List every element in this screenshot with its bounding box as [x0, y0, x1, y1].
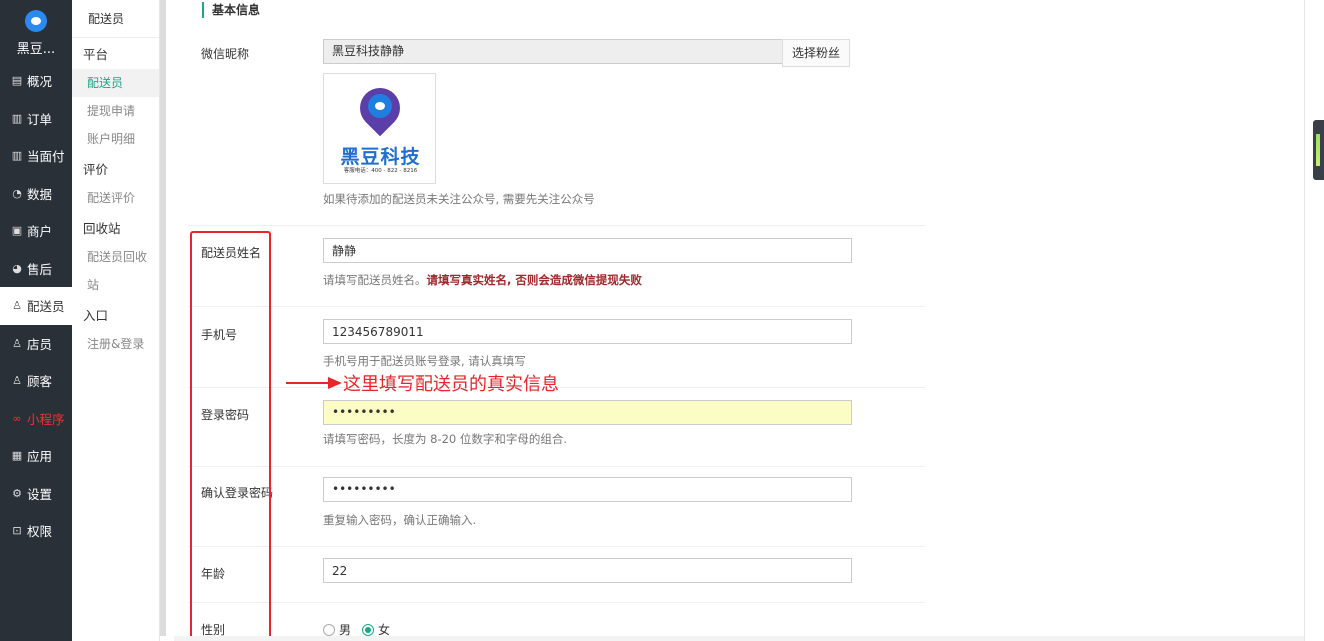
nav-item-2[interactable]: ▥ 当面付: [0, 137, 72, 175]
row-divider: [188, 306, 925, 307]
avatar-logo-text: 黑豆科技: [340, 146, 421, 168]
nav-item-11[interactable]: ⚙ 设置: [0, 475, 72, 513]
nav-item-12[interactable]: ⊡ 权限: [0, 512, 72, 550]
wechat-nickname-label: 微信昵称: [201, 47, 250, 61]
subnav-item[interactable]: 配送评价: [72, 184, 159, 212]
nav-item-6[interactable]: ♙ 配送员: [0, 287, 72, 325]
miniprogram-icon: ∞: [12, 411, 22, 425]
subnav-group-label: 评价: [83, 162, 109, 177]
nav-item-label: 商户: [27, 224, 53, 240]
annotation-text: 这里填写配送员的真实信息: [343, 374, 559, 395]
subnav-item[interactable]: 注册&登录: [72, 330, 159, 358]
section-title: 基本信息: [202, 2, 260, 18]
highlight-box: [190, 231, 271, 639]
nav-item-8[interactable]: ♙ 顾客: [0, 362, 72, 400]
nav-item-0[interactable]: ▤ 概况: [0, 62, 72, 100]
wechat-nickname-field: 黑豆科技静静: [323, 39, 783, 64]
settings-icon: ⚙: [12, 486, 22, 500]
data-icon: ◔: [12, 186, 22, 200]
nav-item-label: 应用: [27, 449, 53, 465]
password-help: 请填写密码，长度为 8-20 位数字和字母的组合.: [323, 432, 568, 446]
subnav-item[interactable]: 配送员回收站: [72, 243, 152, 299]
subnav-title: 配送员: [72, 0, 159, 38]
confirm-password-input[interactable]: •••••••••: [323, 477, 852, 502]
subnav-item[interactable]: 账户明细: [72, 125, 159, 153]
select-fans-button[interactable]: 选择粉丝: [782, 39, 850, 67]
nav-item-label: 权限: [27, 524, 53, 540]
lock-icon: ⊡: [12, 524, 22, 538]
page-scrollbar[interactable]: [1304, 0, 1324, 641]
side-widget[interactable]: [1313, 120, 1324, 180]
name-help: 请填写配送员姓名。请填写真实姓名, 否则会造成微信提现失败: [323, 272, 642, 288]
nav-item-label: 顾客: [27, 374, 53, 390]
sub-nav: 配送员 平台 配送员 提现申请 账户明细 评价 配送评价 回收站 配送员回收站 入口 注册&登录: [72, 0, 160, 641]
clerk-icon: ♙: [12, 336, 22, 350]
nav-item-1[interactable]: ▥ 订单: [0, 100, 72, 138]
nav-item-label: 售后: [27, 261, 53, 277]
confirm-password-help: 重复输入密码，确认正确输入.: [323, 513, 477, 527]
avatar-logo-subtext: 客服电话：400 - 822 - 8216: [343, 168, 418, 174]
arrow-head-icon: [328, 377, 342, 389]
nav-item-label: 设置: [27, 486, 53, 502]
nav-list: ▤ 概况 ▥ 订单 ▥ 当面付 ◔ 数据 ▣ 商户 ◕ 售后 ♙ 配送员 ♙ 店员 ♙ 顾客 ∞ 小程序 ▦ 应用 ⚙ 设置 ⊡…: [0, 62, 72, 550]
row-divider: [188, 602, 925, 603]
aftersale-icon: ◕: [12, 261, 22, 275]
app-root: 黑豆... ▤ 概况 ▥ 订单 ▥ 当面付 ◔ 数据 ▣ 商户 ◕ 售后 ♙ 配送员 ♙ 店员 ♙ 顾客 ∞ 小程序 ▦…: [0, 0, 1324, 641]
row-divider: [188, 466, 925, 467]
row-divider: [188, 225, 925, 226]
radio-unchecked-icon: [323, 623, 335, 636]
brand-logo-icon: [25, 10, 47, 32]
main-nav: 黑豆... ▤ 概况 ▥ 订单 ▥ 当面付 ◔ 数据 ▣ 商户 ◕ 售后 ♙ 配送员 ♙ 店员 ♙ 顾客 ∞ 小程序 ▦…: [0, 0, 72, 641]
gutter: [166, 0, 174, 641]
bottom-edge: [174, 636, 1304, 641]
nav-item-label: 配送员: [27, 299, 65, 315]
subnav-list: 平台配送员 提现申请 账户明细评价配送评价回收站配送员回收站入口注册&登录: [72, 41, 159, 358]
row-divider: [188, 546, 925, 547]
subnav-group-label: 回收站: [83, 221, 121, 236]
password-input[interactable]: •••••••••: [323, 400, 852, 425]
age-input[interactable]: [323, 558, 852, 583]
nav-item-label: 概况: [27, 74, 53, 90]
nav-item-3[interactable]: ◔ 数据: [0, 175, 72, 213]
nav-item-10[interactable]: ▦ 应用: [0, 437, 72, 475]
main-content: 基本信息 微信昵称 黑豆科技静静 选择粉丝 黑豆科技 客服电话：400 - 82…: [174, 0, 1304, 641]
subnav-item[interactable]: 提现申请: [72, 97, 159, 125]
name-input[interactable]: [323, 238, 852, 263]
brand-name: 黑豆...: [16, 42, 56, 57]
store-icon: ▣: [11, 224, 23, 238]
phone-help: 手机号用于配送员账号登录, 请认真填写: [323, 354, 526, 368]
nav-item-label: 订单: [27, 111, 53, 127]
nav-item-9[interactable]: ∞ 小程序: [0, 400, 72, 438]
customer-icon: ♙: [12, 374, 22, 388]
arrow-line: [286, 382, 330, 384]
nav-item-label: 小程序: [27, 411, 65, 427]
wechat-help: 如果待添加的配送员未关注公众号, 需要先关注公众号: [323, 192, 595, 206]
pay-icon: ▥: [11, 149, 23, 163]
meter-icon: [1316, 134, 1320, 166]
nav-item-4[interactable]: ▣ 商户: [0, 212, 72, 250]
nav-item-label: 数据: [27, 186, 53, 202]
radio-checked-icon: [362, 623, 374, 636]
name-help-text: 请填写配送员姓名。: [323, 273, 427, 287]
nav-item-label: 店员: [27, 336, 53, 352]
courier-icon: ♙: [12, 299, 22, 313]
subnav-group-label: 平台: [83, 47, 109, 62]
order-icon: ▥: [11, 111, 23, 125]
overview-icon: ▤: [11, 74, 23, 88]
name-warning: 请填写真实姓名, 否则会造成微信提现失败: [426, 273, 642, 287]
apps-icon: ▦: [11, 449, 23, 463]
phone-input[interactable]: [323, 319, 852, 344]
nav-item-5[interactable]: ◕ 售后: [0, 250, 72, 288]
subnav-group-label: 入口: [83, 308, 109, 323]
pin-dot: [375, 102, 385, 110]
nav-item-7[interactable]: ♙ 店员: [0, 325, 72, 363]
avatar: 黑豆科技 客服电话：400 - 822 - 8216: [323, 73, 436, 184]
subnav-item[interactable]: 配送员: [72, 69, 159, 97]
nav-item-label: 当面付: [27, 149, 65, 165]
brand[interactable]: 黑豆...: [0, 0, 72, 62]
